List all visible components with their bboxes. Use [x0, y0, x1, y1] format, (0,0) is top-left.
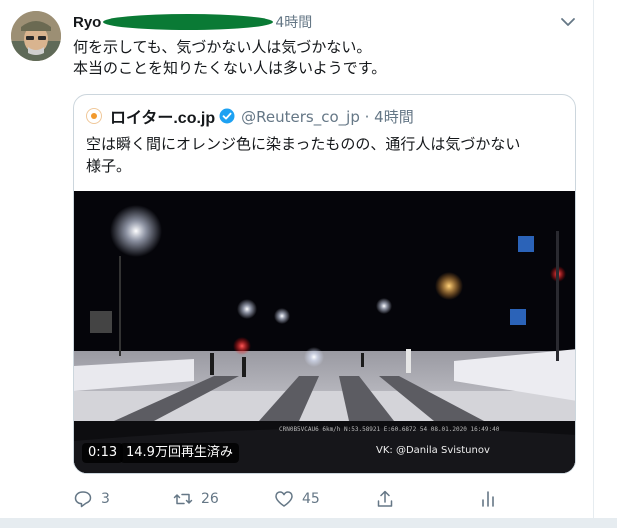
quoted-text: 空は瞬く間にオレンジ色に染まったものの、通行人は気づかない 様子。 — [86, 133, 564, 177]
quoted-author-name: ロイター.co.jp — [110, 110, 216, 127]
tweet-time[interactable]: 4時間 — [275, 12, 312, 32]
action-bar: 3 26 45 — [73, 487, 533, 511]
retweet-button[interactable]: 26 — [173, 487, 219, 511]
tweet-text-line1: 何を示しても、気づかない人は気づかない。 — [73, 38, 372, 56]
like-icon — [275, 491, 293, 507]
like-button[interactable]: 45 — [274, 487, 320, 511]
quoted-header: ロイター.co.jp @Reuters_co_jp · 4時間 — [86, 105, 414, 127]
redaction-mark — [103, 14, 274, 30]
video-frame: CRN0B5VCAU6 6km/h N:53.58921 E:60.6872 5… — [74, 191, 575, 473]
like-count: 45 — [302, 491, 320, 507]
reply-button[interactable]: 3 — [73, 487, 110, 511]
retweet-icon — [173, 493, 193, 505]
chevron-down-icon[interactable] — [558, 12, 578, 32]
quoted-text-line1: 空は瞬く間にオレンジ色に染まったものの、通行人は気づかない — [86, 135, 521, 153]
tweet-text-line2: 本当のことを知りたくない人は多いようです。 — [73, 59, 387, 77]
retweet-count: 26 — [201, 491, 219, 507]
video-watermark: VK: @Danila Svistunov — [376, 445, 490, 456]
video-player[interactable]: CRN0B5VCAU6 6km/h N:53.58921 E:60.6872 5… — [74, 191, 575, 473]
analytics-icon — [482, 491, 494, 507]
video-views: 14.9万回再生済み — [120, 443, 239, 463]
tweet-text: 何を示しても、気づかない人は気づかない。 本当のことを知りたくない人は多いようで… — [73, 37, 573, 79]
reply-icon — [74, 491, 92, 508]
svg-text:CRN0B5VCAU6 6km/h N:53.58921: CRN0B5VCAU6 6km/h N:53.58921 E:60.6872 5… — [279, 426, 500, 433]
avatar[interactable] — [11, 11, 61, 61]
tweet-header: Ryo 4時間 — [73, 12, 312, 32]
tweet[interactable]: Ryo 4時間 何を示しても、気づかない人は気づかない。 本当のことを知りたくな… — [0, 0, 594, 528]
quoted-text-line2: 様子。 — [86, 157, 132, 175]
analytics-button[interactable] — [478, 487, 498, 511]
verified-icon — [219, 108, 235, 124]
avatar-image — [11, 11, 61, 61]
quoted-tweet[interactable]: ロイター.co.jp @Reuters_co_jp · 4時間 空は瞬く間にオレ… — [73, 94, 576, 474]
timeline-divider — [0, 518, 617, 528]
reuters-logo-icon — [86, 108, 102, 124]
author-name[interactable]: Ryo — [73, 14, 101, 31]
reply-count: 3 — [101, 491, 110, 507]
video-duration: 0:13 — [82, 443, 124, 463]
share-button[interactable] — [375, 487, 395, 511]
quoted-handle-time: @Reuters_co_jp · 4時間 — [241, 107, 414, 126]
share-icon — [377, 490, 393, 507]
